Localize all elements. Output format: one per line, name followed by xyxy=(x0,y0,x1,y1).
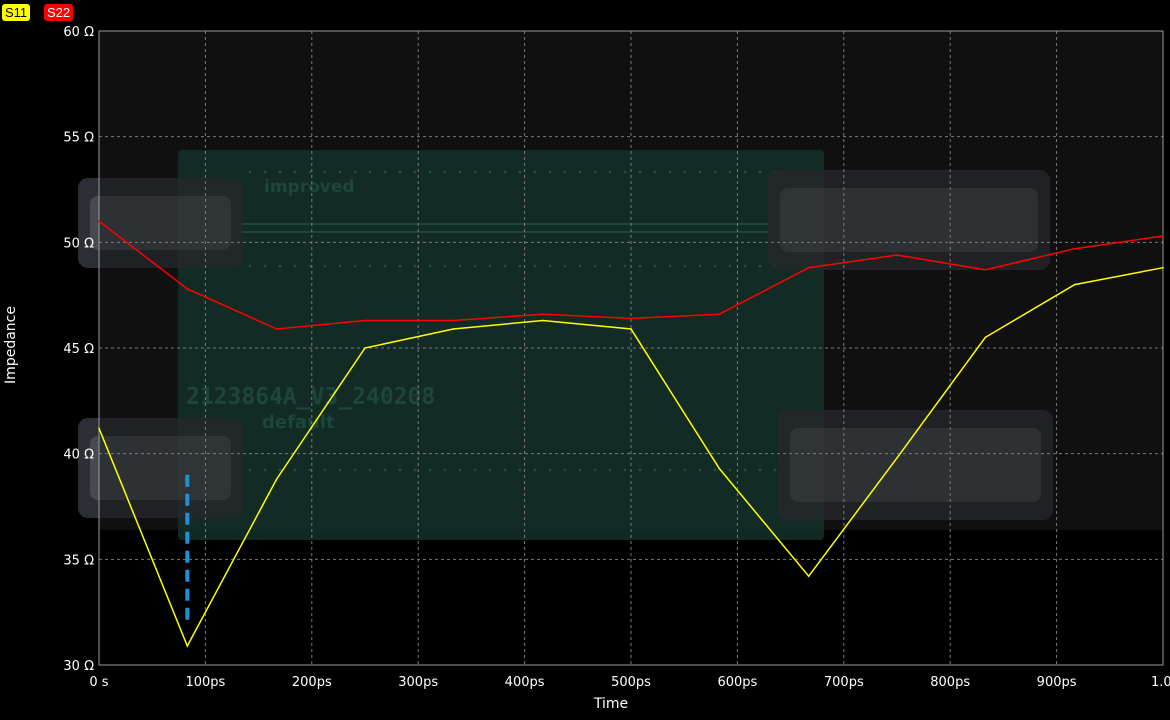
series-point-s11 xyxy=(896,457,898,459)
series-point-s22 xyxy=(275,328,278,330)
x-tick-label: 1.00 xyxy=(1151,675,1170,690)
series-point-s22 xyxy=(984,269,987,271)
series-point-s11 xyxy=(364,347,366,349)
series-point-s11 xyxy=(98,427,100,430)
photo-dim xyxy=(99,31,1163,665)
x-tick-label: 200ps xyxy=(292,675,332,690)
y-tick-label: 35 Ω xyxy=(63,553,94,568)
x-tick-label: 500ps xyxy=(611,675,651,690)
series-point-s22 xyxy=(186,288,189,290)
series-point-s11 xyxy=(630,328,632,330)
series-point-s11 xyxy=(275,478,278,480)
x-tick-label: 800ps xyxy=(930,675,970,690)
y-axis-label: Impedance xyxy=(3,306,19,384)
series-point-s11 xyxy=(186,645,189,647)
tdr-window: S11 S22 improved 2123864A_V3_240208 defaul… xyxy=(0,0,1170,720)
x-tick-label: 600ps xyxy=(717,675,757,690)
y-tick-label: 45 Ω xyxy=(63,342,94,357)
series-point-s22 xyxy=(98,220,100,222)
series-point-s11 xyxy=(984,336,987,339)
y-tick-label: 50 Ω xyxy=(63,236,94,251)
series-point-s11 xyxy=(807,575,810,578)
x-tick-label: 100ps xyxy=(185,675,225,690)
x-tick-label: 900ps xyxy=(1037,675,1077,690)
x-tick-label: 700ps xyxy=(824,675,864,690)
series-point-s22 xyxy=(452,319,455,322)
x-tick-label: 400ps xyxy=(505,675,545,690)
y-tick-label: 60 Ω xyxy=(63,25,94,40)
series-point-s11 xyxy=(452,328,455,330)
y-tick-label: 55 Ω xyxy=(63,131,94,146)
y-tick-label: 40 Ω xyxy=(63,448,94,463)
series-point-s11 xyxy=(1162,266,1164,269)
x-axis-label: Time xyxy=(593,696,628,712)
series-point-s22 xyxy=(718,313,721,315)
series-point-s11 xyxy=(718,467,721,470)
x-tick-label: 0 s xyxy=(89,675,108,690)
y-tick-label: 30 Ω xyxy=(63,659,94,674)
series-point-s22 xyxy=(541,313,544,315)
x-tick-label: 300ps xyxy=(398,675,438,690)
series-point-s22 xyxy=(807,266,810,269)
series-point-s22 xyxy=(1073,247,1076,250)
series-point-s22 xyxy=(630,317,632,320)
series-point-s11 xyxy=(1073,283,1076,286)
series-point-s22 xyxy=(896,254,898,256)
series-point-s11 xyxy=(541,319,544,322)
impedance-chart[interactable]: improved2123864A_V3_240208default 0 s 100… xyxy=(0,0,1170,720)
series-point-s22 xyxy=(364,319,366,322)
series-point-s22 xyxy=(1162,235,1164,237)
